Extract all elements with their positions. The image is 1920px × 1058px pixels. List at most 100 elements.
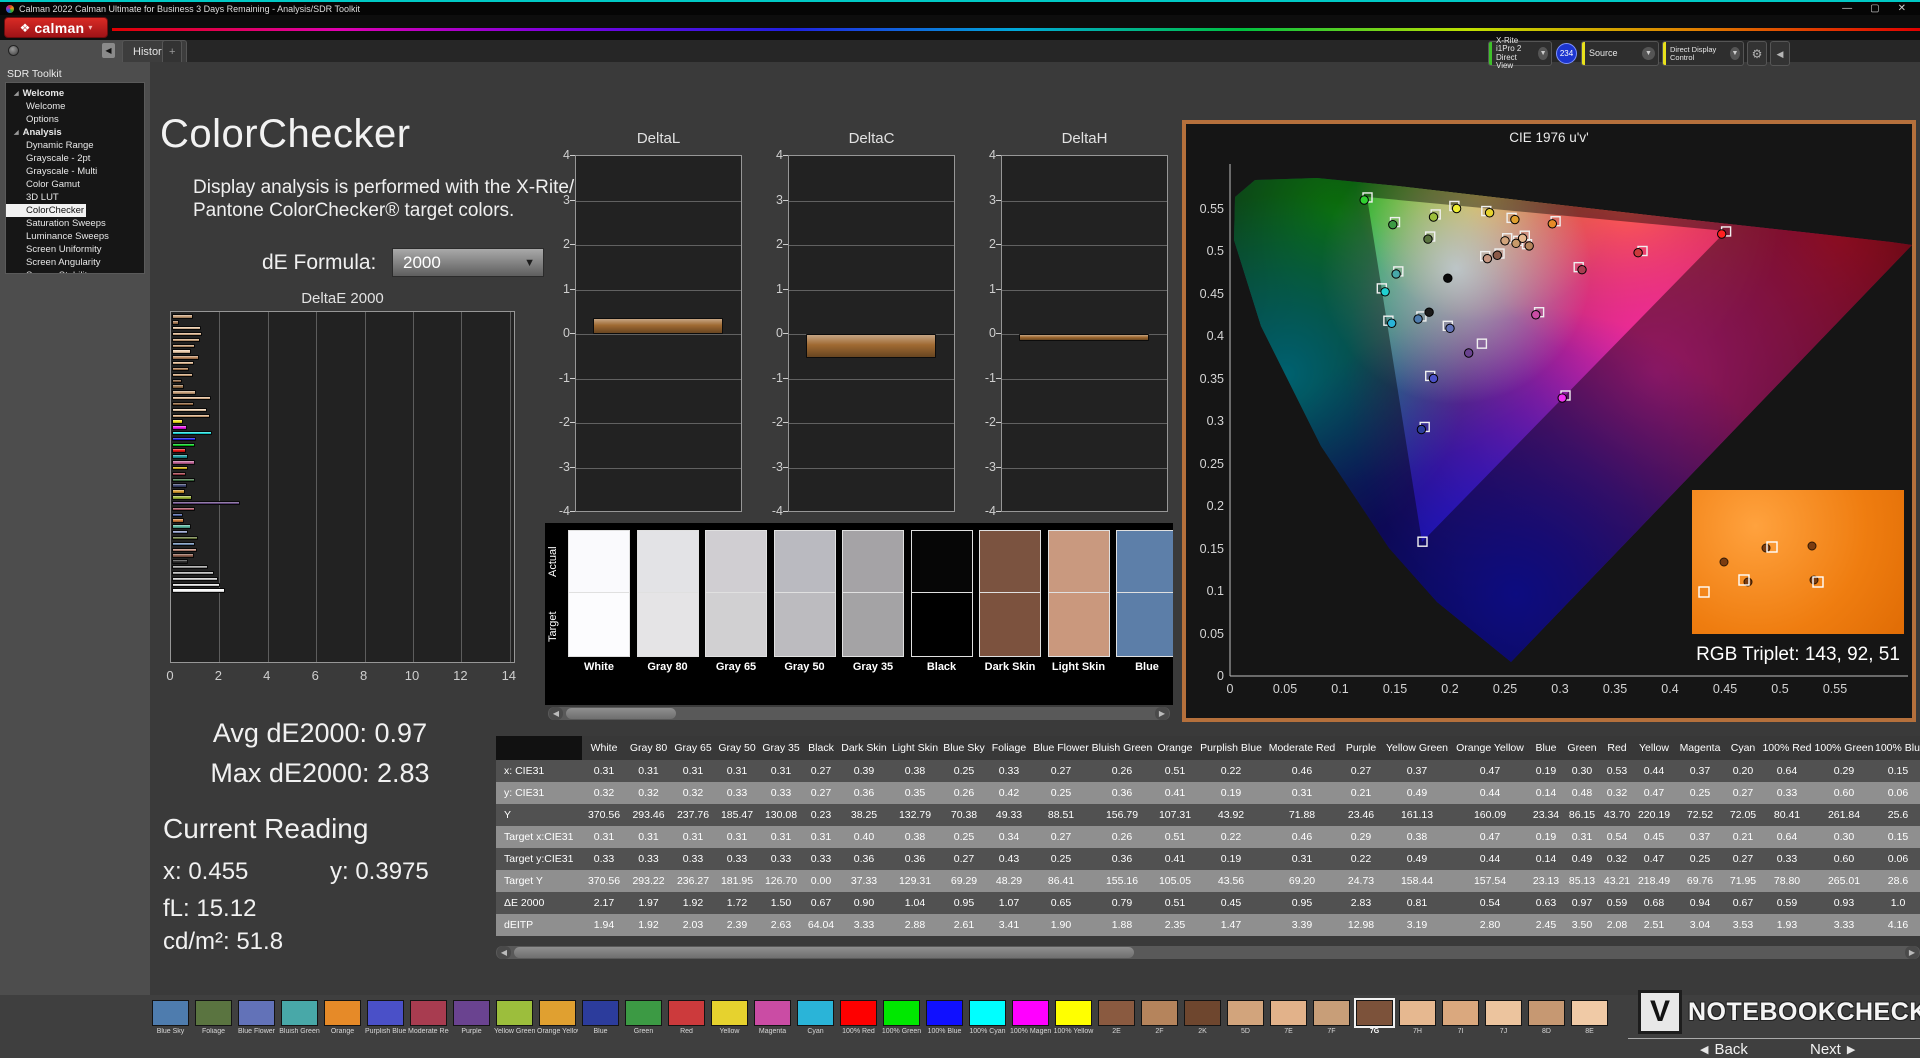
swatch-label: Blue bbox=[1135, 661, 1159, 673]
target-patch bbox=[636, 593, 699, 657]
column-header-gray-80: Gray 80 bbox=[629, 742, 668, 754]
meter-dropdown[interactable]: X-Rite i1Pro 2 Direct View ▼ bbox=[1488, 36, 1552, 70]
workflow-radio-button[interactable] bbox=[8, 45, 19, 56]
panel-collapse-button[interactable]: ◀ bbox=[1770, 41, 1790, 66]
sidebar-item-saturation-sweeps[interactable]: Saturation Sweeps bbox=[6, 217, 144, 230]
patch-button-blue-sky[interactable]: Blue Sky bbox=[150, 1000, 191, 1035]
patch-button-100-blue[interactable]: 100% Blue bbox=[924, 1000, 965, 1035]
sidebar-item-screen-angularity[interactable]: Screen Angularity bbox=[6, 256, 144, 269]
settings-gear-button[interactable]: ⚙ bbox=[1747, 41, 1767, 66]
patch-button-8e[interactable]: 8E bbox=[1569, 1000, 1610, 1035]
scroll-left-icon[interactable]: ◀ bbox=[549, 707, 563, 720]
sidebar-item-options[interactable]: Options bbox=[6, 113, 144, 126]
maximize-button[interactable]: ▢ bbox=[1870, 3, 1879, 14]
column-header-blue-sky: Blue Sky bbox=[943, 742, 985, 754]
deltae-bar-gray-50 bbox=[172, 570, 214, 576]
scroll-right-icon[interactable]: ▶ bbox=[1905, 946, 1919, 959]
patch-button-purplish-blue[interactable]: Purplish Blue bbox=[365, 1000, 406, 1035]
patch-button-yellow[interactable]: Yellow bbox=[709, 1000, 750, 1035]
deltae-bar-100-cyan bbox=[172, 431, 212, 436]
patch-button-7j[interactable]: 7J bbox=[1483, 1000, 1524, 1035]
patch-button-100-magenta[interactable]: 100% Magenta bbox=[1010, 1000, 1051, 1035]
deltae-bar-gray-80 bbox=[172, 582, 220, 587]
sidebar-item-dynamic-range[interactable]: Dynamic Range bbox=[6, 139, 144, 152]
collapse-arrow-icon: ◀ bbox=[1776, 49, 1784, 59]
patch-button-5d[interactable]: 5D bbox=[1225, 1000, 1266, 1035]
cie-measurement-marker bbox=[1443, 273, 1453, 283]
sidebar-item-luminance-sweeps[interactable]: Luminance Sweeps bbox=[6, 230, 144, 243]
table-cell: 0.37 bbox=[1406, 765, 1428, 777]
patch-button-orange[interactable]: Orange bbox=[322, 1000, 363, 1035]
patch-button-2e[interactable]: 2E bbox=[1096, 1000, 1137, 1035]
patch-button-7i[interactable]: 7I bbox=[1440, 1000, 1481, 1035]
patch-button-100-yellow[interactable]: 100% Yellow bbox=[1053, 1000, 1094, 1035]
sidebar-item-colorchecker[interactable]: ColorChecker bbox=[6, 204, 87, 217]
patch-button-100-green[interactable]: 100% Green bbox=[881, 1000, 922, 1035]
back-button[interactable]: ◀ Back bbox=[1700, 1041, 1748, 1058]
table-cell: 43.21 bbox=[1603, 875, 1631, 887]
actual-patch bbox=[568, 530, 630, 593]
scroll-right-icon[interactable]: ▶ bbox=[1155, 707, 1169, 720]
tab-add-button[interactable]: + bbox=[162, 40, 183, 62]
column-header-blue: Blue bbox=[1535, 742, 1557, 754]
patch-button-7e[interactable]: 7E bbox=[1268, 1000, 1309, 1035]
meter-count-badge[interactable]: 234 bbox=[1556, 43, 1577, 64]
sidebar-item-color-gamut[interactable]: Color Gamut bbox=[6, 178, 144, 191]
sidebar-item-welcome[interactable]: Welcome bbox=[6, 87, 144, 100]
patch-button-2f[interactable]: 2F bbox=[1139, 1000, 1180, 1035]
sidebar-collapse-icon[interactable]: ◀ bbox=[102, 43, 115, 58]
close-button[interactable]: ✕ bbox=[1898, 3, 1906, 14]
patch-button-2k[interactable]: 2K bbox=[1182, 1000, 1223, 1035]
sidebar-item-grayscale-2pt[interactable]: Grayscale - 2pt bbox=[6, 152, 144, 165]
patch-button-100-red[interactable]: 100% Red bbox=[838, 1000, 879, 1035]
patch-button-blue-flower[interactable]: Blue Flower bbox=[236, 1000, 277, 1035]
calman-logo-button[interactable]: ❖ calman ▾ bbox=[4, 17, 108, 38]
patch-button-orange-yellow[interactable]: Orange Yellow bbox=[537, 1000, 578, 1035]
sidebar-item-3d-lut[interactable]: 3D LUT bbox=[6, 191, 144, 204]
table-scrollbar[interactable]: ◀ ▶ bbox=[496, 946, 1920, 959]
de-formula-select[interactable]: 2000 ▼ bbox=[392, 248, 544, 277]
inset-measurement-marker bbox=[1761, 543, 1771, 553]
row-label: y: CIE31 bbox=[504, 787, 545, 799]
patch-button-blue[interactable]: Blue bbox=[580, 1000, 621, 1035]
patch-label: 8D bbox=[1542, 1028, 1551, 1035]
patch-button-green[interactable]: Green bbox=[623, 1000, 664, 1035]
sidebar-item-grayscale-multi[interactable]: Grayscale - Multi bbox=[6, 165, 144, 178]
sidebar-item-welcome[interactable]: Welcome bbox=[6, 100, 144, 113]
patch-button-foliage[interactable]: Foliage bbox=[193, 1000, 234, 1035]
patch-button-cyan[interactable]: Cyan bbox=[795, 1000, 836, 1035]
patch-button-7f[interactable]: 7F bbox=[1311, 1000, 1352, 1035]
table-scrollbar-thumb[interactable] bbox=[514, 947, 1134, 958]
patch-button-8d[interactable]: 8D bbox=[1526, 1000, 1567, 1035]
swatch-strip-scrollbar[interactable]: ◀ ▶ bbox=[548, 707, 1170, 720]
table-cell: 0.35 bbox=[904, 787, 926, 799]
table-cell: 1.47 bbox=[1220, 919, 1242, 931]
sidebar-item-screen-uniformity[interactable]: Screen Uniformity bbox=[6, 243, 144, 256]
source-dropdown[interactable]: Source ▼ bbox=[1581, 41, 1659, 66]
display-control-dropdown[interactable]: Direct Display Control ▼ bbox=[1662, 41, 1744, 66]
swatch-scrollbar-thumb[interactable] bbox=[566, 708, 676, 719]
deltae-bar-white bbox=[172, 588, 225, 593]
minimize-button[interactable]: — bbox=[1842, 3, 1852, 14]
patch-button-100-cyan[interactable]: 100% Cyan bbox=[967, 1000, 1008, 1035]
table-cell: 0.31 bbox=[770, 765, 792, 777]
workflow-tree: WelcomeWelcomeOptionsAnalysisDynamic Ran… bbox=[5, 82, 145, 274]
table-cell: 0.33 bbox=[1776, 853, 1798, 865]
patch-button-moderate-red[interactable]: Moderate Red bbox=[408, 1000, 449, 1035]
patch-button-yellow-green[interactable]: Yellow Green bbox=[494, 1000, 535, 1035]
row-label: ΔE 2000 bbox=[504, 897, 545, 909]
sidebar-item-screen-stability[interactable]: Screen Stability bbox=[6, 269, 144, 273]
scroll-left-icon[interactable]: ◀ bbox=[497, 946, 511, 959]
patch-color bbox=[1012, 1000, 1049, 1026]
patch-button-bluish-green[interactable]: Bluish Green bbox=[279, 1000, 320, 1035]
table-cell: 0.25 bbox=[1050, 787, 1072, 799]
patch-button-7h[interactable]: 7H bbox=[1397, 1000, 1438, 1035]
patch-button-7g[interactable]: 7G bbox=[1354, 998, 1395, 1035]
patch-button-magenta[interactable]: Magenta bbox=[752, 1000, 793, 1035]
table-cell: 0.25 bbox=[1050, 853, 1072, 865]
patch-label: 2E bbox=[1112, 1028, 1121, 1035]
patch-button-red[interactable]: Red bbox=[666, 1000, 707, 1035]
next-button[interactable]: Next ▶ bbox=[1810, 1041, 1855, 1058]
patch-button-purple[interactable]: Purple bbox=[451, 1000, 492, 1035]
sidebar-item-analysis[interactable]: Analysis bbox=[6, 126, 144, 139]
